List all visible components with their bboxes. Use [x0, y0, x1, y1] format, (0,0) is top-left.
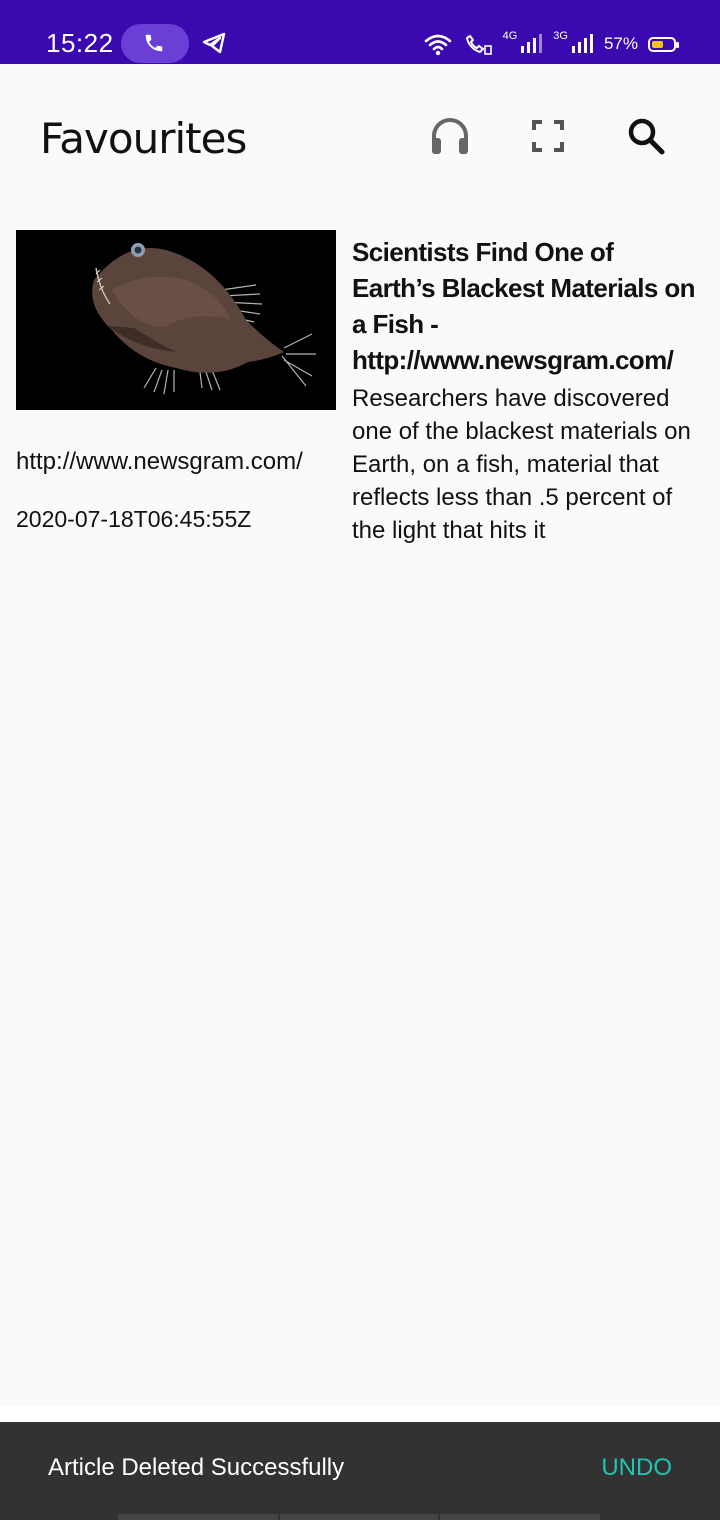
status-bar: 15:22 4G 3G 57% — [0, 0, 720, 64]
telegram-icon — [202, 32, 226, 54]
network-type-2: 3G — [553, 30, 568, 42]
fullscreen-icon[interactable] — [524, 112, 572, 160]
nav-hint-right — [440, 1514, 600, 1520]
snackbar-divider — [0, 1406, 720, 1422]
article-title[interactable]: Scientists Find One of Earth’s Blackest … — [352, 234, 702, 378]
headphones-icon[interactable] — [426, 112, 474, 160]
article-date: 2020-07-18T06:45:55Z — [16, 506, 252, 532]
status-icons: 4G 3G 57% — [423, 28, 679, 60]
snackbar: Article Deleted Successfully UNDO — [0, 1422, 720, 1520]
nav-hint-center — [280, 1514, 438, 1520]
wifi-calling-icon — [465, 34, 492, 55]
status-time: 15:22 — [46, 28, 114, 58]
fish-image — [16, 230, 336, 410]
app-bar: Favourites — [0, 64, 720, 214]
battery-icon — [648, 36, 679, 52]
battery-percent: 57% — [603, 34, 638, 53]
article-description: Researchers have discovered one of the b… — [352, 385, 691, 544]
article-source: http://www.newsgram.com/ — [16, 448, 303, 475]
phone-icon — [145, 34, 163, 52]
search-icon[interactable] — [622, 112, 670, 160]
signal-icon-2 — [571, 34, 593, 53]
nav-hint-left — [118, 1514, 278, 1520]
undo-button[interactable]: UNDO — [601, 1454, 672, 1482]
fish-thumbnail — [16, 230, 336, 410]
snackbar-message: Article Deleted Successfully — [48, 1454, 345, 1481]
ongoing-call-pill[interactable] — [121, 24, 189, 63]
battery-level — [652, 40, 663, 48]
wifi-icon — [424, 34, 451, 56]
network-type-1: 4G — [502, 30, 518, 42]
page-title: Favourites — [40, 114, 247, 163]
signal-icon-1 — [521, 34, 543, 53]
